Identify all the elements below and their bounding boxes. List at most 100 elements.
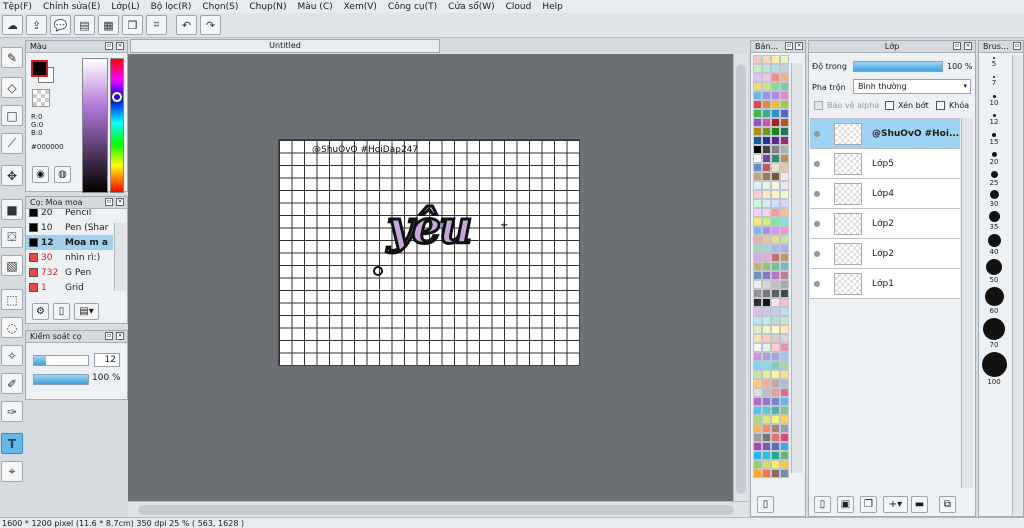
palette-swatch[interactable] [771,91,780,100]
line-tool-icon[interactable]: ⟋ [1,133,23,154]
palette-swatch[interactable] [771,451,780,460]
palette-swatch[interactable] [753,469,762,478]
palette-swatch[interactable] [771,136,780,145]
palette-swatch[interactable] [762,154,771,163]
palette-swatch[interactable] [762,172,771,181]
palette-swatch[interactable] [753,433,762,442]
palette-swatch[interactable] [762,343,771,352]
palette-swatch[interactable] [780,109,789,118]
brush-size-option[interactable]: 25 [979,171,1009,187]
palette-swatch[interactable] [762,118,771,127]
palette-swatch[interactable] [780,181,789,190]
blend-mode-select[interactable]: Bình thường ▾ [853,79,971,94]
palette-grid[interactable] [753,55,789,478]
palette-swatch[interactable] [771,289,780,298]
palette-swatch[interactable] [762,298,771,307]
layer-opacity-slider[interactable] [853,61,943,72]
new-layer-icon[interactable]: ▯ [814,496,831,513]
palette-swatch[interactable] [780,469,789,478]
lock-checkbox[interactable] [936,101,945,110]
palette-swatch[interactable] [771,460,780,469]
palette-swatch[interactable] [753,397,762,406]
brush-list-item[interactable]: 12 Moa m a [26,235,113,250]
palette-swatch[interactable] [762,316,771,325]
undo-icon[interactable]: ↶ [176,15,197,35]
palette-swatch[interactable] [762,226,771,235]
brush-list-item[interactable]: 30 nhìn rì:) [26,250,113,265]
palette-swatch[interactable] [762,109,771,118]
layer-row[interactable]: ● Lớp2 [810,209,960,239]
layer-row[interactable]: ● Lớp5 [810,149,960,179]
copy-layer-icon[interactable]: ❐ [860,496,877,513]
copy-icon[interactable]: ❐ [122,15,143,35]
brush-list-item[interactable]: 1 Grid [26,280,113,295]
palette-swatch[interactable] [771,370,780,379]
palette-swatch[interactable] [771,343,780,352]
layer-visibility-icon[interactable]: ● [810,189,824,198]
menu-item[interactable]: Chụp(N) [249,2,286,12]
palette-swatch[interactable] [753,379,762,388]
palette-swatch[interactable] [780,415,789,424]
palette-swatch[interactable] [771,424,780,433]
palette-swatch[interactable] [771,217,780,226]
brush-list-scrollbar[interactable] [114,223,126,291]
brush-opacity-slider[interactable] [33,374,89,385]
new-folder-layer-icon[interactable]: ▣ [837,496,854,513]
menu-item[interactable]: Chỉnh sửa(E) [43,2,100,12]
palette-swatch[interactable] [780,208,789,217]
eraser-tool-icon[interactable]: ◇ [1,77,23,98]
palette-swatch[interactable] [771,154,780,163]
palette-swatch[interactable] [753,55,762,64]
palette-swatch[interactable] [753,388,762,397]
palette-swatch[interactable] [771,397,780,406]
palette-swatch[interactable] [780,307,789,316]
cloud-icon[interactable]: ☁ [2,15,23,35]
palette-swatch[interactable] [753,451,762,460]
palette-swatch[interactable] [780,424,789,433]
brush-size-option[interactable]: 5 [979,57,1009,68]
palette-swatch[interactable] [753,406,762,415]
brush-menu-icon[interactable]: ▤▾ [74,303,99,320]
palette-swatch[interactable] [780,451,789,460]
palette-swatch[interactable] [762,91,771,100]
palette-swatch[interactable] [771,352,780,361]
select-eraser-tool-icon[interactable]: ✑ [1,401,23,422]
palette-swatch[interactable] [780,100,789,109]
palette-swatch[interactable] [753,253,762,262]
palette-swatch[interactable] [780,244,789,253]
canvas-horizontal-scrollbar[interactable] [128,501,748,517]
palette-swatch[interactable] [780,82,789,91]
palette-swatch[interactable] [753,217,762,226]
palette-swatch[interactable] [753,325,762,334]
palette-swatch[interactable] [762,100,771,109]
palette-swatch[interactable] [780,325,789,334]
palette-swatch[interactable] [762,82,771,91]
palette-swatch[interactable] [780,352,789,361]
layer-visibility-icon[interactable]: ● [810,279,824,288]
palette-swatch[interactable] [771,307,780,316]
canvas-vertical-scrollbar[interactable] [733,54,748,501]
foreground-color-swatch[interactable] [31,60,48,77]
palette-swatch[interactable] [762,145,771,154]
palette-scrollbar[interactable] [791,63,803,473]
canvas-horizontal-scroll-thumb[interactable] [138,505,734,515]
layer-row[interactable]: ● Lớp4 [810,179,960,209]
palette-swatch[interactable] [753,199,762,208]
palette-swatch[interactable] [762,262,771,271]
palette-swatch[interactable] [771,181,780,190]
palette-swatch[interactable] [753,100,762,109]
message-icon[interactable]: ▤ [74,15,95,35]
eyedropper-tool-icon[interactable]: ⌖ [1,461,23,482]
brush-size-slider[interactable] [33,355,89,366]
palette-swatch[interactable] [753,361,762,370]
palette-swatch[interactable] [762,379,771,388]
brush-size-option[interactable]: 50 [979,259,1009,284]
palette-swatch[interactable] [762,307,771,316]
palette-swatch[interactable] [762,433,771,442]
palette-swatch[interactable] [753,181,762,190]
palette-swatch[interactable] [771,226,780,235]
brush-size-option[interactable]: 70 [979,318,1009,349]
brush-list-item[interactable]: 20 Pencil [26,209,113,220]
palette-swatch[interactable] [771,388,780,397]
palette-swatch[interactable] [753,442,762,451]
